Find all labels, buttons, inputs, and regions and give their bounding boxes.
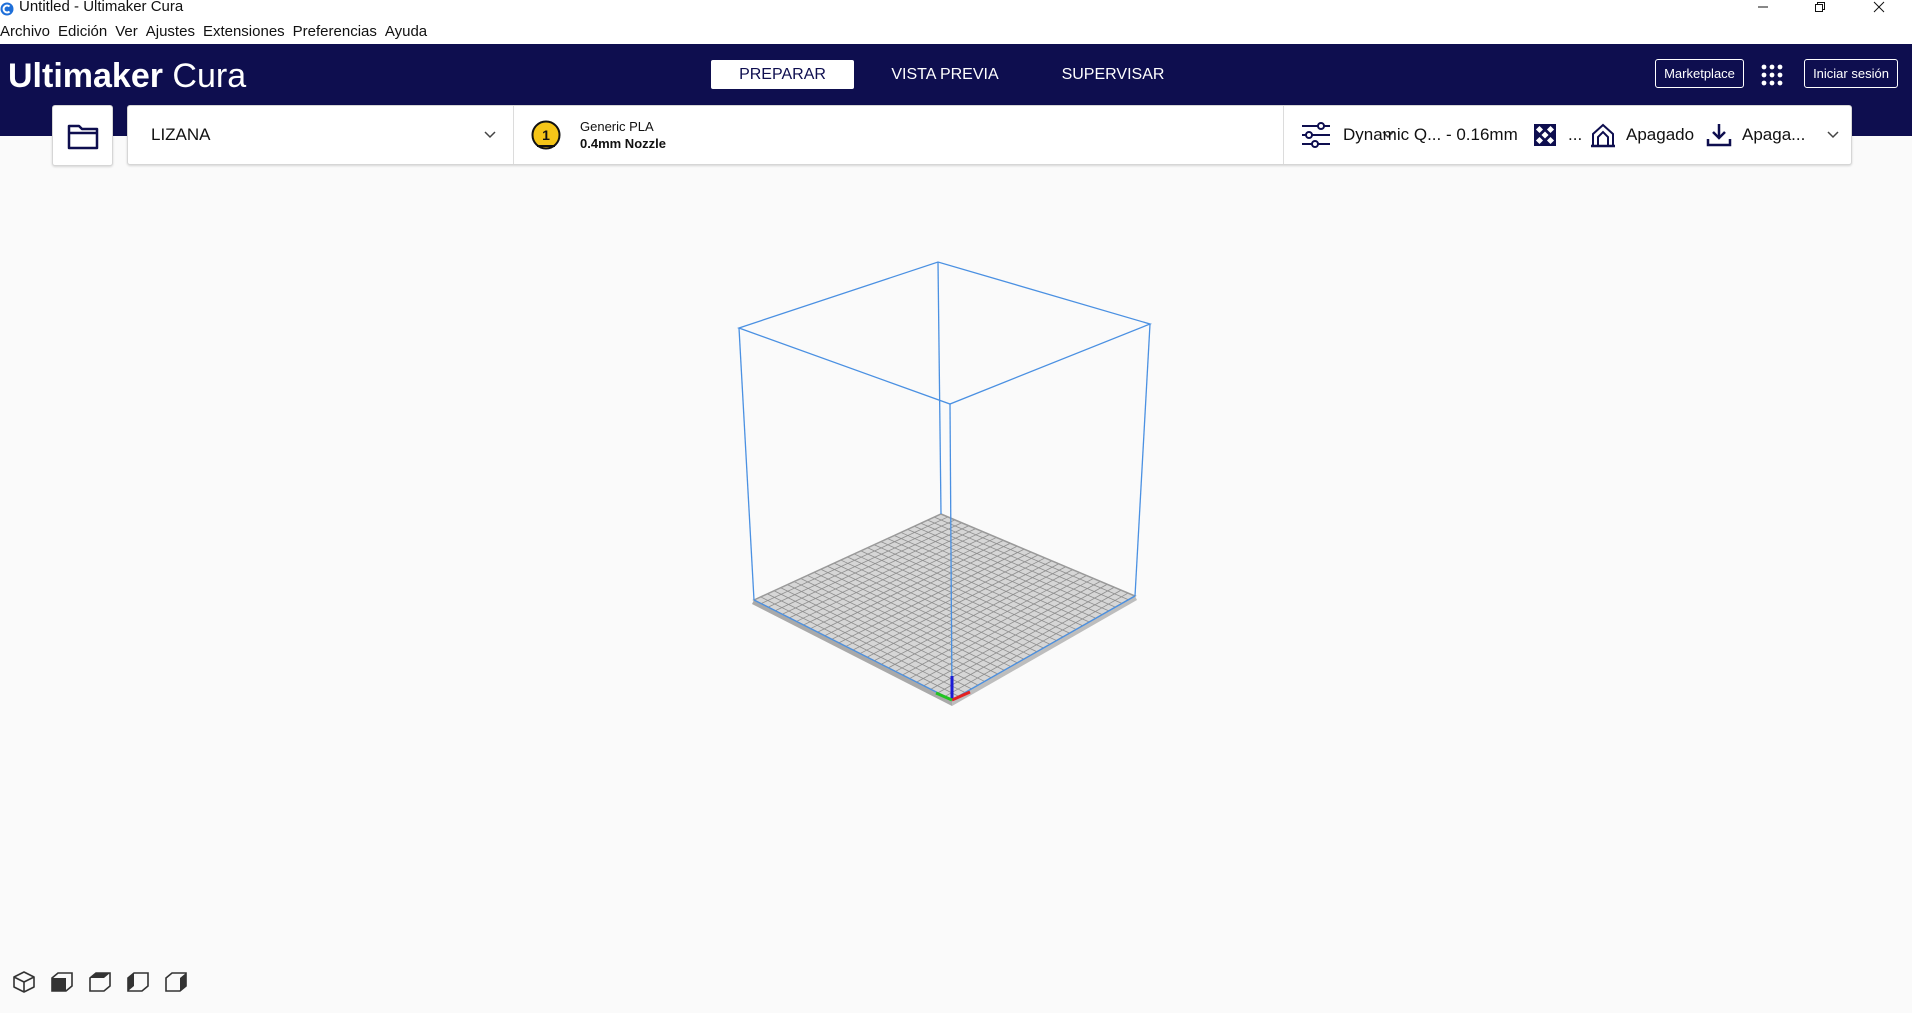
view-front-button[interactable] bbox=[48, 968, 76, 996]
menu-ver[interactable]: Ver bbox=[115, 20, 138, 44]
restore-icon bbox=[1815, 2, 1825, 12]
menu-ayuda[interactable]: Ayuda bbox=[385, 20, 427, 44]
material-name: Generic PLA bbox=[580, 119, 654, 134]
close-button[interactable] bbox=[1856, 0, 1902, 14]
tab-preparar[interactable]: PREPARAR bbox=[711, 60, 854, 89]
menu-edicion[interactable]: Edición bbox=[58, 20, 107, 44]
view-orientation-buttons bbox=[10, 968, 200, 996]
view-top-button[interactable] bbox=[86, 968, 114, 996]
3d-view-icon bbox=[13, 971, 35, 993]
apps-grid-icon[interactable] bbox=[1760, 63, 1784, 87]
top-view-icon bbox=[89, 972, 111, 992]
window-titlebar: Untitled - Ultimaker Cura bbox=[0, 0, 1912, 20]
build-plate-viewport[interactable] bbox=[0, 136, 1912, 1013]
left-view-icon bbox=[127, 972, 149, 992]
right-view-icon bbox=[165, 972, 187, 992]
tab-vista-previa[interactable]: VISTA PREVIA bbox=[876, 60, 1014, 89]
view-3d-button[interactable] bbox=[10, 968, 38, 996]
front-view-icon bbox=[51, 972, 73, 992]
view-right-button[interactable] bbox=[162, 968, 190, 996]
view-left-button[interactable] bbox=[124, 968, 152, 996]
cura-app-icon bbox=[0, 2, 14, 16]
minimize-icon bbox=[1758, 6, 1768, 8]
menu-archivo[interactable]: Archivo bbox=[0, 20, 50, 44]
marketplace-button[interactable]: Marketplace bbox=[1655, 59, 1744, 88]
app-logo: Ultimaker Cura bbox=[8, 56, 246, 96]
restore-button[interactable] bbox=[1797, 0, 1843, 14]
logo-light-text: Cura bbox=[162, 57, 247, 95]
menu-preferencias[interactable]: Preferencias bbox=[293, 20, 377, 44]
close-icon bbox=[1873, 1, 1885, 13]
tab-supervisar[interactable]: SUPERVISAR bbox=[1044, 60, 1182, 89]
menu-extensiones[interactable]: Extensiones bbox=[203, 20, 285, 44]
menu-bar: Archivo Edición Ver Ajustes Extensiones … bbox=[0, 20, 1912, 44]
minimize-button[interactable] bbox=[1740, 0, 1786, 14]
logo-bold-text: Ultimaker bbox=[8, 57, 163, 95]
window-title: Untitled - Ultimaker Cura bbox=[19, 0, 184, 15]
signin-button[interactable]: Iniciar sesión bbox=[1804, 59, 1898, 88]
menu-ajustes[interactable]: Ajustes bbox=[146, 20, 195, 44]
